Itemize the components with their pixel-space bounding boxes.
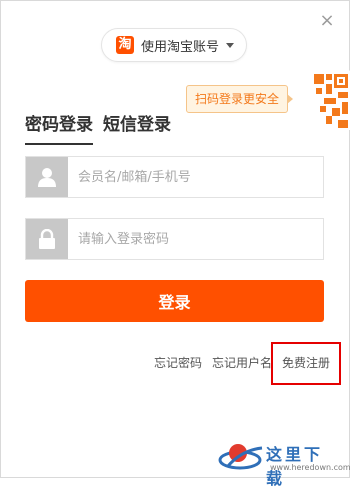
- login-tabs: 密码登录 短信登录: [25, 110, 181, 145]
- forgot-username-link[interactable]: 忘记用户名: [212, 354, 272, 371]
- username-input[interactable]: [68, 157, 323, 197]
- account-type-label: 使用淘宝账号: [141, 39, 220, 55]
- password-field: [25, 218, 324, 260]
- watermark-logo-icon: [218, 444, 263, 470]
- close-icon[interactable]: ×: [318, 12, 336, 30]
- tab-password-login[interactable]: 密码登录: [25, 110, 93, 145]
- taobao-logo-icon: 淘: [116, 36, 134, 54]
- username-field: [25, 156, 324, 198]
- qr-code-icon[interactable]: [294, 70, 350, 130]
- highlight-box: [271, 342, 341, 385]
- qr-login-tip: 扫码登录更安全: [186, 85, 294, 113]
- password-input[interactable]: [68, 219, 323, 259]
- lock-icon: [26, 219, 68, 259]
- forgot-password-link[interactable]: 忘记密码: [154, 354, 202, 371]
- tab-sms-login[interactable]: 短信登录: [103, 110, 171, 145]
- watermark: 这里下载 www.heredown.com: [218, 434, 350, 488]
- watermark-url: www.heredown.com: [270, 463, 350, 472]
- chevron-down-icon: [226, 42, 235, 48]
- account-type-dropdown[interactable]: 淘 使用淘宝账号: [101, 28, 247, 62]
- login-button[interactable]: 登录: [25, 280, 324, 322]
- user-icon: [26, 157, 68, 197]
